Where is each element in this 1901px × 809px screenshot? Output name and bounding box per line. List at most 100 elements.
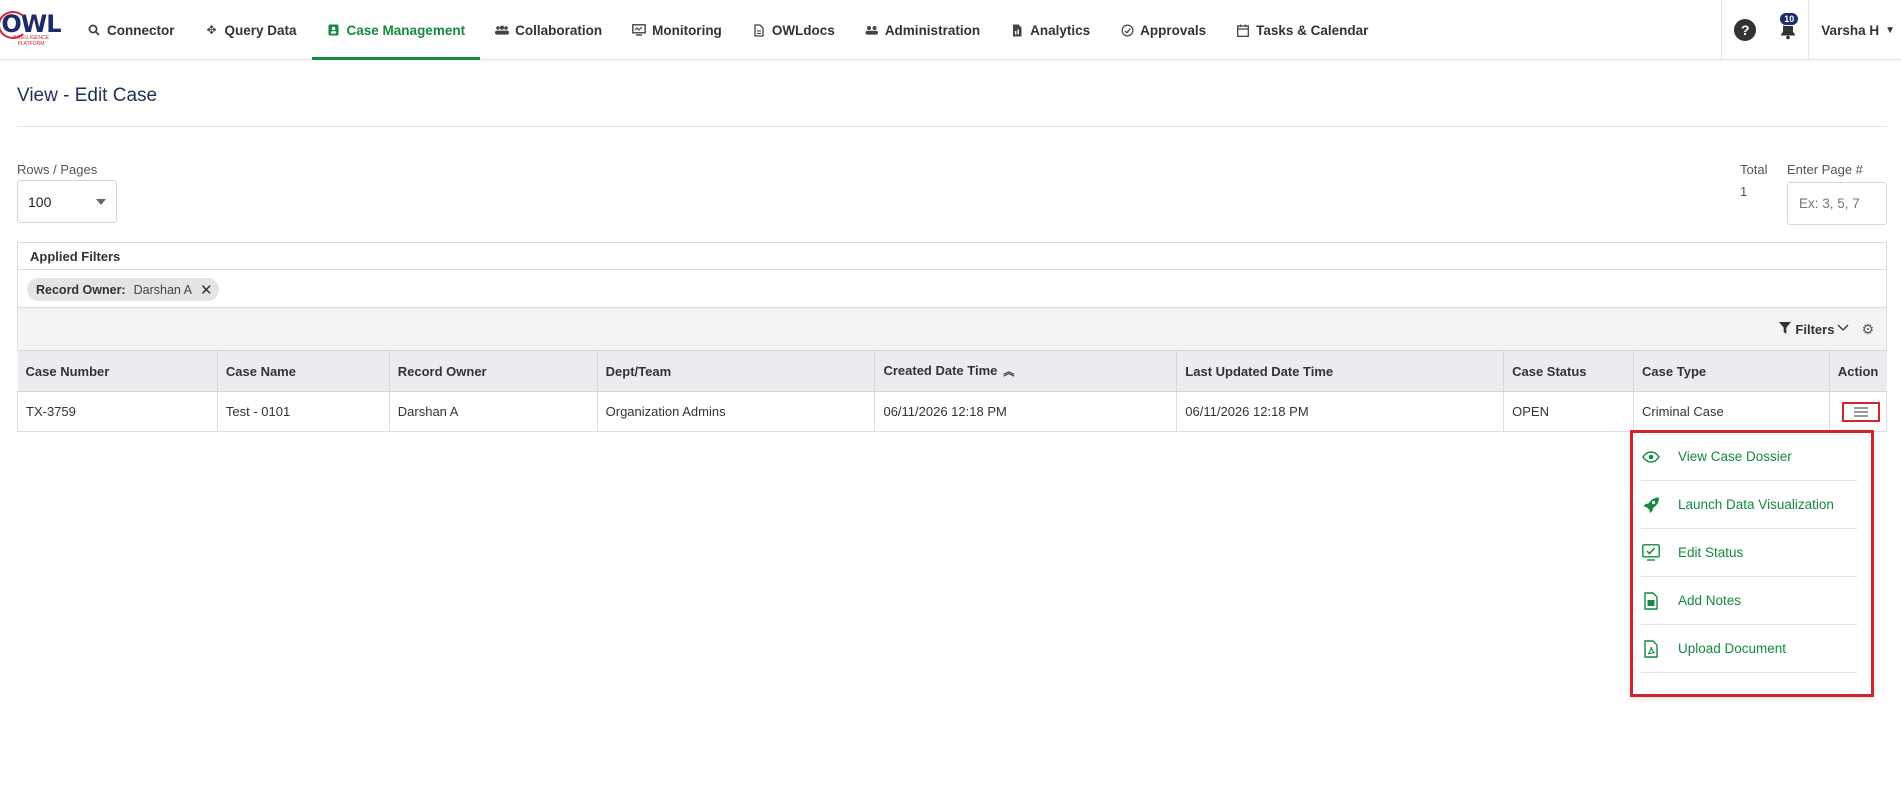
- total-value: 1: [1740, 184, 1748, 199]
- caret-down-icon: ▼: [1885, 24, 1895, 36]
- col-case-number[interactable]: Case Number: [17, 350, 218, 392]
- table-toolbar: Filters ⚙: [17, 308, 1887, 350]
- col-case-status[interactable]: Case Status: [1503, 350, 1635, 392]
- nav-owldocs[interactable]: OWLdocs: [737, 0, 850, 60]
- menu-item-add-notes[interactable]: Add Notes: [1641, 577, 1857, 625]
- filters-button[interactable]: Filters: [1779, 321, 1849, 337]
- page-number-input[interactable]: [1787, 182, 1887, 225]
- col-case-name[interactable]: Case Name: [217, 350, 390, 392]
- nav-query-data[interactable]: ✥ Query Data: [190, 0, 312, 60]
- approval-icon: [1120, 23, 1134, 37]
- nav-owldocs-label: OWLdocs: [771, 22, 835, 38]
- file-chart-icon: [1010, 23, 1024, 37]
- menu-item-label: Upload Document: [1678, 641, 1787, 656]
- search-icon: [87, 23, 101, 37]
- nav-collaboration-label: Collaboration: [515, 22, 603, 38]
- filters-label: Filters: [1795, 321, 1835, 337]
- total-label: Total: [1740, 162, 1768, 177]
- cell-case-name: Test - 0101: [217, 391, 390, 432]
- filter-chip-value: Darshan A: [133, 282, 192, 297]
- caret-down-icon: [96, 199, 106, 205]
- nav-administration[interactable]: Administration: [850, 0, 995, 60]
- menu-item-label: Add Notes: [1678, 593, 1742, 608]
- nav-monitoring-label: Monitoring: [652, 22, 722, 38]
- cell-case-number: TX-3759: [17, 391, 218, 432]
- filter-chip-record-owner: Record Owner: Darshan A ✕: [27, 278, 219, 301]
- nav-analytics[interactable]: Analytics: [995, 0, 1105, 60]
- page-number-label: Enter Page #: [1787, 162, 1863, 177]
- nav-tasks-calendar-label: Tasks & Calendar: [1256, 22, 1369, 38]
- nav-case-management-label: Case Management: [346, 22, 466, 38]
- monitor-icon: [632, 23, 646, 37]
- cell-action: [1829, 391, 1888, 432]
- rows-per-page-select[interactable]: 100: [17, 180, 117, 223]
- applied-filters-panel: Applied Filters Record Owner: Darshan A …: [17, 242, 1887, 308]
- cell-created-date-time: 06/11/2026 12:18 PM: [874, 391, 1178, 432]
- rows-per-page-value: 100: [28, 193, 52, 210]
- question-icon: ?: [1734, 19, 1757, 41]
- notification-count: 10: [1779, 12, 1800, 26]
- nav-analytics-label: Analytics: [1030, 22, 1091, 38]
- menu-item-label: View Case Dossier: [1678, 449, 1792, 464]
- menu-item-label: Launch Data Visualization: [1678, 497, 1834, 512]
- rows-per-page-label: Rows / Pages: [17, 162, 98, 177]
- cell-record-owner: Darshan A: [389, 391, 598, 432]
- remove-filter-icon[interactable]: ✕: [200, 281, 213, 299]
- owl-logo[interactable]: OWL INTELLIGENCE PLATFORM: [0, 0, 62, 60]
- cell-case-status: OPEN: [1503, 391, 1635, 432]
- menu-item-upload-document[interactable]: Upload Document: [1641, 625, 1857, 673]
- cases-table: Case Number Case Name Record Owner Dept/…: [17, 350, 1888, 432]
- menu-item-edit-status[interactable]: Edit Status: [1641, 529, 1857, 577]
- nav-query-data-label: Query Data: [224, 22, 297, 38]
- people-icon: [495, 23, 510, 37]
- table-row: TX-3759 Test - 0101 Darshan A Organizati…: [17, 391, 1888, 432]
- page-title: View - Edit Case: [17, 85, 158, 106]
- help-button[interactable]: ?: [1722, 0, 1768, 60]
- col-record-owner[interactable]: Record Owner: [389, 350, 598, 392]
- notes-icon: [1641, 591, 1661, 611]
- hamburger-icon: [1853, 406, 1868, 417]
- filter-chip-key: Record Owner:: [36, 282, 126, 297]
- cell-case-type: Criminal Case: [1633, 391, 1830, 432]
- row-action-menu: View Case Dossier Launch Data Visualizat…: [1630, 430, 1874, 697]
- document-icon: [752, 23, 766, 37]
- pdf-icon: [1641, 639, 1661, 659]
- title-divider: [17, 126, 1887, 127]
- table-header-row: Case Number Case Name Record Owner Dept/…: [17, 350, 1887, 392]
- col-last-updated-date-time[interactable]: Last Updated Date Time: [1176, 350, 1505, 392]
- nav-monitoring[interactable]: Monitoring: [617, 0, 737, 60]
- col-action: Action: [1829, 350, 1887, 392]
- row-action-menu-button[interactable]: [1841, 401, 1880, 422]
- main-nav: Connector ✥ Query Data Case Management C…: [72, 0, 1383, 60]
- menu-item-launch-data-visualization[interactable]: Launch Data Visualization: [1641, 481, 1857, 529]
- col-created-date-time-label: Created Date Time: [883, 363, 998, 378]
- gear-icon[interactable]: ⚙: [1861, 321, 1874, 338]
- user-name: Varsha H: [1821, 22, 1880, 38]
- nav-connector[interactable]: Connector: [72, 0, 190, 60]
- users-gear-icon: [865, 23, 879, 37]
- sort-ascending-icon: ︽: [1003, 366, 1015, 378]
- nav-approvals[interactable]: Approvals: [1105, 0, 1221, 60]
- col-dept-team[interactable]: Dept/Team: [597, 350, 876, 392]
- nav-tasks-calendar[interactable]: Tasks & Calendar: [1221, 0, 1383, 60]
- cell-last-updated-date-time: 06/11/2026 12:18 PM: [1176, 391, 1505, 432]
- user-menu[interactable]: Varsha H ▼: [1809, 0, 1901, 60]
- nav-collaboration[interactable]: Collaboration: [480, 0, 617, 60]
- nav-case-management[interactable]: Case Management: [311, 0, 481, 60]
- col-created-date-time[interactable]: Created Date Time ︽: [874, 350, 1178, 392]
- nav-connector-label: Connector: [107, 22, 175, 38]
- user-badge-icon: [327, 23, 341, 37]
- col-case-type[interactable]: Case Type: [1633, 350, 1830, 392]
- menu-item-view-case-dossier[interactable]: View Case Dossier: [1641, 433, 1857, 481]
- menu-item-label: Edit Status: [1678, 545, 1744, 560]
- applied-filters-title: Applied Filters: [18, 243, 1886, 270]
- nav-administration-label: Administration: [884, 22, 981, 38]
- arrows-icon: ✥: [206, 23, 217, 37]
- chevron-down-icon: [1837, 323, 1849, 335]
- edit-status-icon: [1641, 543, 1661, 563]
- notifications-button[interactable]: 10: [1768, 0, 1808, 60]
- nav-right: ? 10 Varsha H ▼: [1721, 0, 1901, 60]
- funnel-icon: [1779, 321, 1792, 337]
- nav-approvals-label: Approvals: [1140, 22, 1207, 38]
- cell-dept-team: Organization Admins: [597, 391, 876, 432]
